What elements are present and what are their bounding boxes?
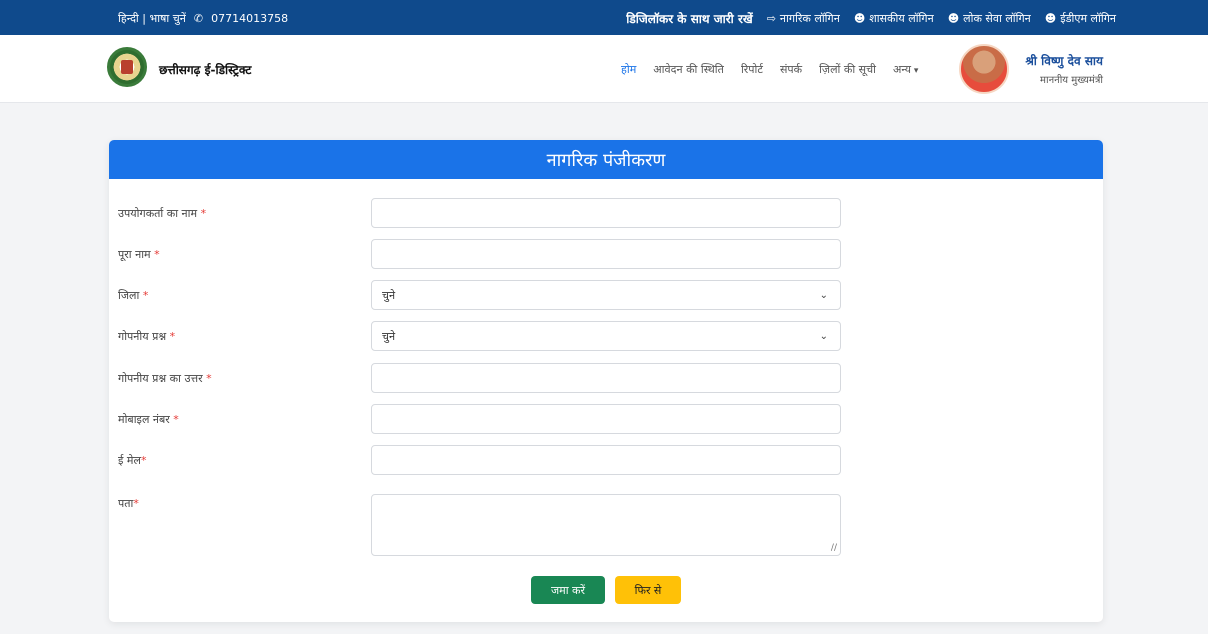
- edm-login-link[interactable]: ☻ ईडीएम लॉगिन: [1045, 11, 1116, 26]
- username-row: उपयोगकर्ता का नाम *: [109, 198, 1103, 228]
- district-select-value: चुने: [382, 288, 396, 302]
- address-row: पता* ∕∕: [109, 494, 1103, 556]
- phone-number: 07714013758: [211, 12, 289, 25]
- user-icon: ☻: [853, 12, 866, 25]
- top-bar: हिन्दी | भाषा चुनें ✆ 07714013758 डिजिलॉ…: [0, 0, 1208, 35]
- nav-home[interactable]: होम: [621, 62, 636, 77]
- top-bar-left: हिन्दी | भाषा चुनें ✆ 07714013758: [118, 11, 288, 26]
- security-question-select[interactable]: चुने ⌄: [371, 321, 841, 351]
- email-label: ई मेल*: [118, 454, 147, 467]
- resize-handle-icon[interactable]: ∕∕: [831, 543, 837, 553]
- citizen-login-label: नागरिक लॉगिन: [779, 12, 840, 25]
- security-answer-input[interactable]: [371, 363, 841, 393]
- district-row: जिला * चुने ⌄: [109, 280, 1103, 310]
- username-label: उपयोगकर्ता का नाम *: [118, 207, 207, 220]
- top-bar-right: डिजिलॉकर के साथ जारी रखें ⇨ नागरिक लॉगिन …: [626, 10, 1116, 27]
- form-title: नागरिक पंजीकरण: [109, 140, 1103, 179]
- site-header: छत्तीसगढ़ ई-डिस्ट्रिक्ट होम आवेदन की स्थ…: [0, 35, 1208, 103]
- cm-name: श्री विष्णु देव साय: [1025, 54, 1103, 68]
- mobile-row: मोबाइल नंबर *: [109, 404, 1103, 434]
- username-input[interactable]: [371, 198, 841, 228]
- nav-district-list[interactable]: ज़िलों की सूची: [819, 62, 876, 77]
- fullname-label: पूरा नाम *: [118, 248, 160, 261]
- chevron-down-icon: ⌄: [819, 330, 828, 342]
- chevron-down-icon: ⌄: [819, 289, 828, 301]
- citizen-login-link[interactable]: ⇨ नागरिक लॉगिन: [767, 11, 840, 26]
- fullname-row: पूरा नाम *: [109, 239, 1103, 269]
- user-icon: ☻: [1044, 12, 1057, 25]
- email-row: ई मेल*: [109, 445, 1103, 475]
- security-question-row: गोपनीय प्रश्न * चुने ⌄: [109, 321, 1103, 351]
- digilocker-link[interactable]: डिजिलॉकर के साथ जारी रखें: [626, 10, 752, 27]
- user-icon: ☻: [947, 12, 960, 25]
- state-emblem-logo[interactable]: [107, 47, 147, 87]
- site-brand[interactable]: छत्तीसगढ़ ई-डिस्ट्रिक्ट: [159, 61, 251, 78]
- fullname-input[interactable]: [371, 239, 841, 269]
- security-answer-row: गोपनीय प्रश्न का उत्तर *: [109, 363, 1103, 393]
- public-service-login-link[interactable]: ☻ लोक सेवा लॉगिन: [948, 11, 1031, 26]
- official-login-link[interactable]: ☻ शासकीय लॉगिन: [854, 11, 934, 26]
- security-question-label: गोपनीय प्रश्न *: [118, 330, 176, 343]
- login-icon: ⇨: [766, 12, 776, 25]
- address-label: पता*: [118, 497, 139, 510]
- security-question-select-value: चुने: [382, 329, 396, 343]
- edm-login-label: ईडीएम लॉगिन: [1060, 12, 1116, 25]
- language-selector[interactable]: हिन्दी | भाषा चुनें: [118, 11, 186, 26]
- security-answer-label: गोपनीय प्रश्न का उत्तर *: [118, 372, 212, 385]
- cm-title: माननीय मुख्यमंत्री: [1040, 75, 1103, 86]
- district-label: जिला *: [118, 289, 149, 302]
- nav-reports[interactable]: रिपोर्ट: [741, 62, 763, 77]
- address-textarea[interactable]: ∕∕: [371, 494, 841, 556]
- district-select[interactable]: चुने ⌄: [371, 280, 841, 310]
- public-service-login-label: लोक सेवा लॉगिन: [963, 12, 1031, 25]
- chief-minister-avatar: [959, 44, 1009, 94]
- email-input[interactable]: [371, 445, 841, 475]
- official-login-label: शासकीय लॉगिन: [869, 12, 934, 25]
- nav-more-dropdown[interactable]: अन्य: [893, 62, 918, 77]
- main-nav: होम आवेदन की स्थिति रिपोर्ट संपर्क ज़िलो…: [621, 62, 918, 77]
- mobile-input[interactable]: [371, 404, 841, 434]
- reset-button[interactable]: फिर से: [615, 576, 681, 604]
- mobile-label: मोबाइल नंबर *: [118, 413, 179, 426]
- submit-button[interactable]: जमा करें: [531, 576, 605, 604]
- nav-application-status[interactable]: आवेदन की स्थिति: [653, 62, 724, 77]
- phone-icon: ✆: [193, 12, 204, 25]
- nav-contact[interactable]: संपर्क: [780, 62, 802, 77]
- registration-card: नागरिक पंजीकरण उपयोगकर्ता का नाम * पूरा …: [109, 140, 1103, 622]
